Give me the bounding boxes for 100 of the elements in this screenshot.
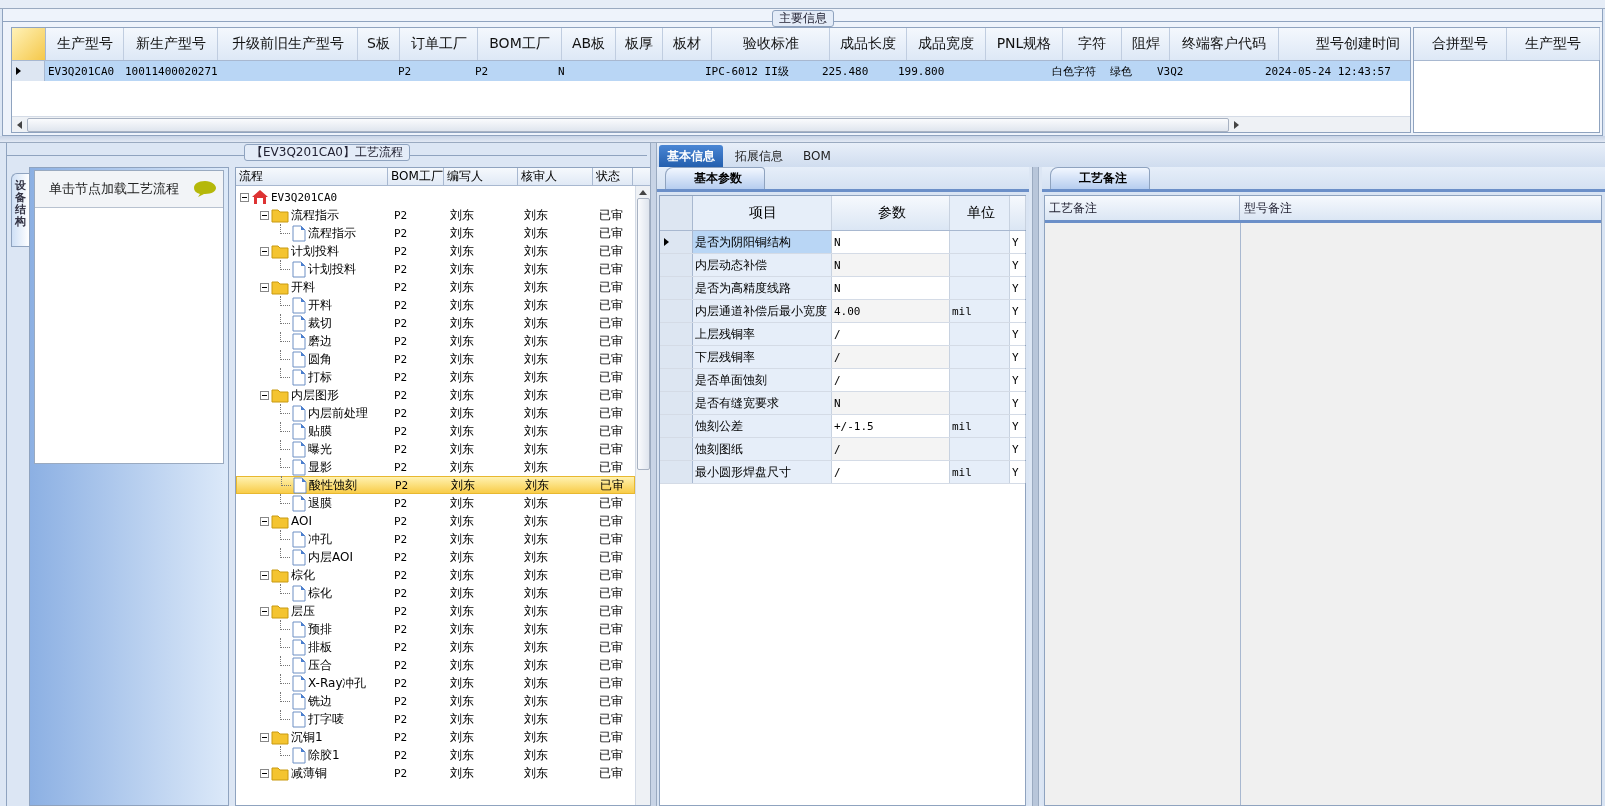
tree-row[interactable]: 减薄铜 P2 刘东 刘东 已审 <box>236 764 635 782</box>
collapse-icon[interactable] <box>260 606 269 616</box>
table-row[interactable]: 最小圆形焊盘尺寸 / mil Y <box>660 461 1025 484</box>
collapse-icon[interactable] <box>260 390 269 400</box>
column-header[interactable]: 新生产型号 <box>124 28 218 60</box>
tree-row[interactable]: EV3Q201CA0 <box>236 188 635 206</box>
table-cell: 刘东 <box>450 512 474 530</box>
table-row[interactable]: 蚀刻图纸 / Y <box>660 438 1025 461</box>
tree-row[interactable]: 打字唛 P2 刘东 刘东 已审 <box>236 710 635 728</box>
tree-row[interactable]: 曝光 P2 刘东 刘东 已审 <box>236 440 635 458</box>
tree-row[interactable]: 内层AOI P2 刘东 刘东 已审 <box>236 548 635 566</box>
tree-row[interactable]: AOI P2 刘东 刘东 已审 <box>236 512 635 530</box>
tree-row[interactable]: 开料 P2 刘东 刘东 已审 <box>236 278 635 296</box>
column-header[interactable]: 成品长度 <box>830 28 907 60</box>
tree-row[interactable]: 打标 P2 刘东 刘东 已审 <box>236 368 635 386</box>
table-row[interactable]: 蚀刻公差 +/-1.5 mil Y <box>660 415 1025 438</box>
tree-row[interactable]: 棕化 P2 刘东 刘东 已审 <box>236 584 635 602</box>
column-header[interactable]: 型号备注 <box>1240 196 1601 220</box>
column-header[interactable]: 状态 <box>593 168 633 185</box>
collapse-icon[interactable] <box>260 768 269 778</box>
tree-row[interactable]: 预排 P2 刘东 刘东 已审 <box>236 620 635 638</box>
collapse-icon[interactable] <box>260 246 269 256</box>
table-row[interactable]: 下层残铜率 / Y <box>660 346 1025 369</box>
column-header[interactable]: AB板 <box>562 28 616 60</box>
column-header[interactable]: 终端客户代码 <box>1170 28 1279 60</box>
tree-row[interactable]: 计划投料 P2 刘东 刘东 已审 <box>236 260 635 278</box>
table-row[interactable]: 是否为阴阳铜结构 N Y <box>660 231 1025 254</box>
horizontal-scrollbar[interactable] <box>12 116 1410 132</box>
tree-row[interactable]: 内层前处理 P2 刘东 刘东 已审 <box>236 404 635 422</box>
tree-row[interactable]: 冲孔 P2 刘东 刘东 已审 <box>236 530 635 548</box>
table-cell: Y <box>1012 442 1019 456</box>
column-header[interactable]: S板 <box>358 28 400 60</box>
column-header[interactable]: PNL规格 <box>986 28 1063 60</box>
column-header[interactable]: 流程 <box>236 168 388 185</box>
column-header[interactable]: 验收标准 <box>712 28 830 60</box>
splitter-handle[interactable] <box>1032 167 1039 806</box>
tab[interactable]: BOM <box>795 145 839 167</box>
tree-row[interactable]: 铣边 P2 刘东 刘东 已审 <box>236 692 635 710</box>
column-header[interactable]: 工艺备注 <box>1045 196 1240 220</box>
panel-tab[interactable]: 工艺备注 <box>1050 167 1150 189</box>
column-header[interactable]: 编写人 <box>444 168 518 185</box>
collapse-icon[interactable] <box>240 192 249 202</box>
tree-row[interactable]: 贴膜 P2 刘东 刘东 已审 <box>236 422 635 440</box>
vertical-scrollbar[interactable] <box>635 186 650 805</box>
table-row[interactable]: 上层残铜率 / Y <box>660 323 1025 346</box>
table-cell: 内层通道补偿后最小宽度 <box>695 302 827 320</box>
collapse-icon[interactable] <box>260 732 269 742</box>
column-header[interactable]: 生产型号 <box>1507 28 1600 60</box>
table-cell: 刘东 <box>450 386 474 404</box>
table-cell: 刘东 <box>524 548 548 566</box>
tree-row[interactable]: 流程指示 P2 刘东 刘东 已审 <box>236 206 635 224</box>
column-header[interactable]: 阻焊 <box>1122 28 1170 60</box>
splitter-handle[interactable] <box>0 136 1605 143</box>
column-header[interactable]: 升级前旧生产型号 <box>218 28 358 60</box>
panel-tab[interactable]: 基本参数 <box>665 167 765 189</box>
tree-row[interactable]: 磨边 P2 刘东 刘东 已审 <box>236 332 635 350</box>
column-header[interactable]: 板材 <box>663 28 712 60</box>
column-header[interactable]: 单位 <box>950 196 1010 230</box>
column-header[interactable]: 订单工厂 <box>400 28 478 60</box>
column-header[interactable]: 核审人 <box>518 168 593 185</box>
tree-row[interactable]: 裁切 P2 刘东 刘东 已审 <box>236 314 635 332</box>
tree-row[interactable]: 排板 P2 刘东 刘东 已审 <box>236 638 635 656</box>
tree-row[interactable]: 层压 P2 刘东 刘东 已审 <box>236 602 635 620</box>
tree-row[interactable]: 内层图形 P2 刘东 刘东 已审 <box>236 386 635 404</box>
collapse-icon[interactable] <box>260 570 269 580</box>
column-header[interactable]: 生产型号 <box>46 28 124 60</box>
column-header[interactable]: 成品宽度 <box>907 28 986 60</box>
collapse-icon[interactable] <box>260 282 269 292</box>
column-header[interactable]: BOM工厂 <box>478 28 562 60</box>
tree-row[interactable]: 压合 P2 刘东 刘东 已审 <box>236 656 635 674</box>
side-tab[interactable]: 设备结构 <box>11 173 29 247</box>
table-row[interactable]: 内层通道补偿后最小宽度 4.00 mil Y <box>660 300 1025 323</box>
tree-row[interactable]: 计划投料 P2 刘东 刘东 已审 <box>236 242 635 260</box>
tree-row[interactable]: 棕化 P2 刘东 刘东 已审 <box>236 566 635 584</box>
tab[interactable]: 拓展信息 <box>727 145 791 167</box>
table-row[interactable]: 是否有缝宽要求 N Y <box>660 392 1025 415</box>
column-header[interactable]: 板厚 <box>616 28 663 60</box>
tree-row[interactable]: 显影 P2 刘东 刘东 已审 <box>236 458 635 476</box>
column-header[interactable]: BOM工厂 <box>388 168 444 185</box>
table-row[interactable]: 内层动态补偿 N Y <box>660 254 1025 277</box>
table-cell: 刘东 <box>524 566 548 584</box>
column-header[interactable]: 合拼型号 <box>1414 28 1507 60</box>
tree-row[interactable]: X-Ray冲孔 P2 刘东 刘东 已审 <box>236 674 635 692</box>
column-header[interactable]: 字符 <box>1063 28 1122 60</box>
column-header[interactable]: 项目 <box>693 196 832 230</box>
tree-row[interactable]: 开料 P2 刘东 刘东 已审 <box>236 296 635 314</box>
tree-row[interactable]: 流程指示 P2 刘东 刘东 已审 <box>236 224 635 242</box>
tree-row[interactable]: 除胶1 P2 刘东 刘东 已审 <box>236 746 635 764</box>
splitter-handle[interactable] <box>650 143 657 806</box>
tree-row[interactable]: 圆角 P2 刘东 刘东 已审 <box>236 350 635 368</box>
collapse-icon[interactable] <box>260 210 269 220</box>
tree-row[interactable]: 酸性蚀刻 P2 刘东 刘东 已审 <box>236 476 635 494</box>
table-row[interactable]: 是否为高精度线路 N Y <box>660 277 1025 300</box>
table-row[interactable]: 是否单面蚀刻 / Y <box>660 369 1025 392</box>
table-row[interactable]: EV3Q201CA0 10011400020271 P2 P2 N IPC-6012 II级 225.480 199.800 白色字符 绿色 V3Q2 2024-05-24 12:43:57 <box>12 61 1410 81</box>
collapse-icon[interactable] <box>260 516 269 526</box>
tree-row[interactable]: 退膜 P2 刘东 刘东 已审 <box>236 494 635 512</box>
table-cell: 刘东 <box>450 692 474 710</box>
tree-row[interactable]: 沉铜1 P2 刘东 刘东 已审 <box>236 728 635 746</box>
tab[interactable]: 基本信息 <box>659 145 723 167</box>
